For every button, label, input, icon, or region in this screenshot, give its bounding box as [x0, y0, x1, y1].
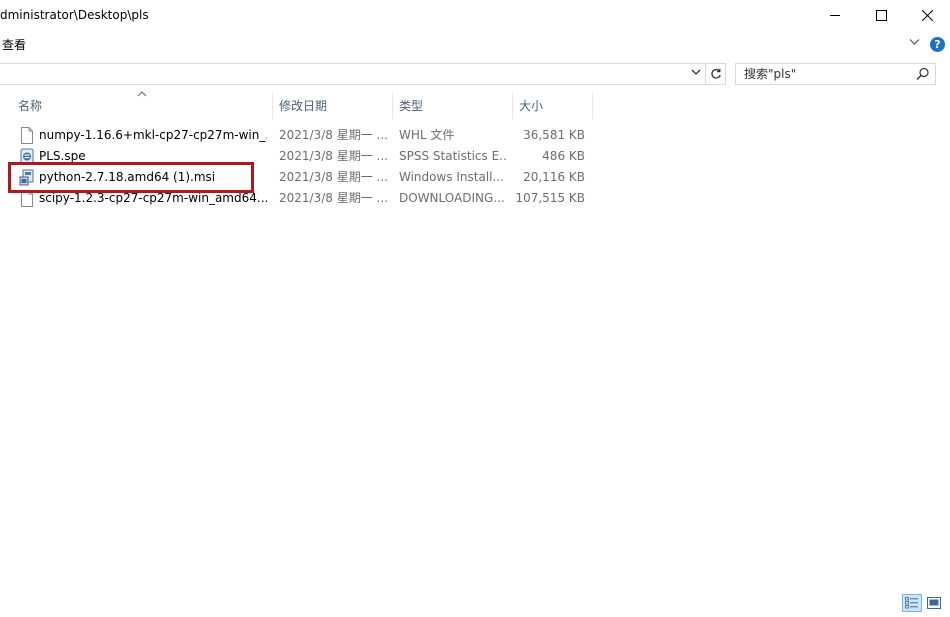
large-icons-view-button[interactable] [924, 594, 944, 612]
file-type: WHL 文件 [399, 128, 455, 142]
details-view-icon [905, 597, 918, 609]
column-header-type[interactable]: 类型 [393, 93, 512, 119]
search-icon[interactable] [916, 67, 930, 81]
address-bar[interactable] [0, 63, 706, 85]
maximize-icon [875, 10, 887, 21]
details-view-button[interactable] [902, 594, 922, 612]
close-icon [921, 10, 933, 21]
search-box [735, 63, 936, 85]
minimize-icon [829, 15, 840, 16]
refresh-button[interactable] [706, 63, 726, 85]
file-type: SPSS Statistics E... [399, 149, 507, 163]
column-header-name[interactable]: 名称 [12, 93, 272, 119]
help-icon[interactable]: ? [930, 37, 945, 52]
file-type: DOWNLOADING... [399, 191, 505, 205]
blank-file-icon [21, 127, 33, 144]
file-size: 20,116 KB [523, 170, 585, 184]
file-size: 486 KB [542, 149, 585, 163]
file-type: Windows Install... [399, 170, 504, 184]
address-row [0, 60, 950, 90]
large-icons-view-icon [927, 597, 941, 609]
window-title-path: dministrator\Desktop\pls [0, 8, 149, 22]
file-explorer-window: dministrator\Desktop\pls 查看 ? 名称 修改日期 [0, 0, 950, 617]
address-dropdown-icon[interactable] [690, 65, 702, 79]
column-header-size[interactable]: 大小 [513, 93, 592, 119]
title-bar: dministrator\Desktop\pls [0, 0, 950, 31]
file-size: 36,581 KB [523, 128, 585, 142]
search-input[interactable] [736, 64, 911, 84]
highlight-annotation-box [8, 162, 254, 193]
file-date: 2021/3/8 星期一 ... [279, 128, 388, 142]
file-date: 2021/3/8 星期一 ... [279, 170, 388, 184]
refresh-icon [710, 68, 721, 79]
file-size: 107,515 KB [515, 191, 585, 205]
ribbon-bar: 查看 ? [0, 31, 950, 57]
minimize-button[interactable] [812, 0, 858, 31]
column-header-date[interactable]: 修改日期 [273, 93, 392, 119]
tab-view[interactable]: 查看 [2, 36, 26, 53]
column-divider[interactable] [592, 93, 593, 119]
close-button[interactable] [904, 0, 950, 31]
column-headers: 名称 修改日期 类型 大小 [0, 91, 950, 119]
file-date: 2021/3/8 星期一 ... [279, 149, 388, 163]
file-date: 2021/3/8 星期一 ... [279, 191, 388, 205]
chevron-down-icon[interactable] [909, 38, 920, 46]
file-row[interactable]: numpy-1.16.6+mkl-cp27-cp27m-win_... 2021… [0, 125, 600, 146]
file-name: numpy-1.16.6+mkl-cp27-cp27m-win_... [39, 128, 267, 142]
maximize-button[interactable] [858, 0, 904, 31]
